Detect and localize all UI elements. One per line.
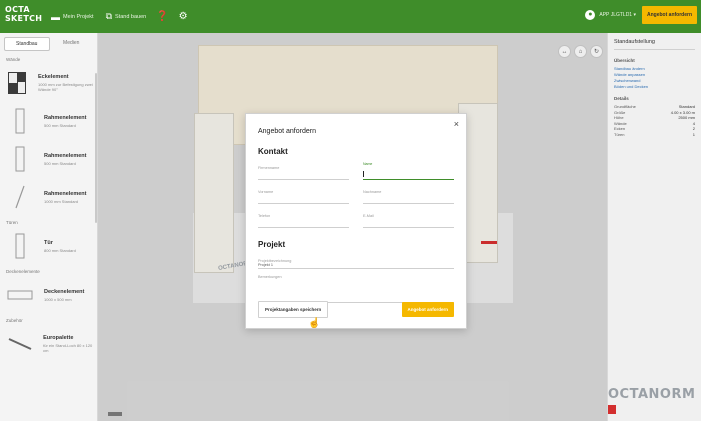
detail-row: Türen 1 <box>614 132 695 138</box>
detail-value: 1 <box>692 131 695 137</box>
item-name: Tür <box>44 239 53 246</box>
brand-text: OCTANORM <box>608 387 696 402</box>
close-icon[interactable]: × <box>454 119 459 129</box>
menu-project[interactable]: ▬ Mein Projekt <box>51 12 94 22</box>
field-label: E-Mail <box>363 214 374 218</box>
category-title: Deckenelemente <box>6 269 40 274</box>
dialog-footer: Projektangaben speichern Angebot anforde… <box>258 301 454 318</box>
logo-line1: OCTA <box>5 4 30 14</box>
app-logo[interactable]: OCTA SKETCH <box>5 4 43 29</box>
save-project-button[interactable]: Projektangaben speichern <box>258 301 329 318</box>
field-label: Bemerkungen <box>258 275 282 279</box>
brand-mark <box>608 405 616 414</box>
text-caret <box>363 171 364 177</box>
hand-cursor-icon: ☝ <box>308 318 321 329</box>
contact-row: Firmenname Name <box>258 162 454 180</box>
request-quote-button[interactable]: Angebot anfordern <box>642 6 697 24</box>
message-field[interactable]: Bemerkungen <box>258 273 454 303</box>
help-icon[interactable]: ❓ <box>156 11 168 22</box>
tab-standbau[interactable]: Standbau <box>4 37 50 51</box>
item-sub: 800 mm Standard <box>44 247 76 253</box>
menu-project-label: Mein Projekt <box>63 13 94 20</box>
catalog-item-door[interactable]: Tür 800 mm Standard <box>6 229 97 263</box>
field-value: Projekt 1 <box>258 263 273 267</box>
section-title: Übersicht <box>614 58 635 63</box>
section-title: Details <box>614 96 629 101</box>
settings-icon[interactable]: ⚙ <box>179 11 188 22</box>
frame-thumbnail <box>6 105 34 137</box>
field-label: Nachname <box>363 190 382 194</box>
properties-panel: Standaufstellung Übersicht Standbau ände… <box>607 33 701 421</box>
item-name: Europalette <box>43 335 74 341</box>
pallet-thumbnail <box>6 328 33 360</box>
name-field[interactable]: Name <box>363 162 454 180</box>
logo-line2: SKETCH <box>5 13 43 23</box>
category-title: Zubehör <box>6 318 23 323</box>
catalog-item-rahmenelement[interactable]: Rahmenelement 500 mm Standard <box>6 104 97 138</box>
detail-key: Türen <box>614 131 625 137</box>
item-sub: 500 mm Standard <box>44 160 76 166</box>
door-thumbnail <box>6 230 34 262</box>
frame-thumbnail <box>6 143 34 175</box>
catalog-item-euro-pallet[interactable]: Europalette für ein Stand-Loch 80 x 120 … <box>6 327 97 361</box>
catalog-item-eckelement[interactable]: Eckelement 1000 mm zur Befestigung zwei … <box>6 66 97 100</box>
catalog-item-ceiling[interactable]: Deckenelement 1000 x 500 mm <box>6 278 97 312</box>
menu-stand-label: Stand bauen <box>115 13 147 20</box>
project-heading: Projekt <box>258 240 286 249</box>
request-offer-button[interactable]: Angebot anfordern <box>401 302 454 317</box>
folder-icon: ▬ <box>51 11 60 22</box>
item-name: Deckenelement <box>44 288 85 295</box>
octanorm-logo: OCTANORM <box>608 387 697 417</box>
catalog-item-rahmenelement[interactable]: Rahmenelement 500 mm Standard <box>6 142 97 176</box>
last-name-field[interactable]: Nachname <box>363 186 454 204</box>
quote-request-dialog: × Angebot anfordern Kontakt Firmenname N… <box>245 113 467 329</box>
category-title: Wände <box>6 57 21 62</box>
tab-medien[interactable]: Medien <box>50 37 94 51</box>
frame-thumbnail <box>6 181 34 213</box>
catalog-sidebar: Standbau Medien Wände Eckelement 1000 mm… <box>0 33 98 421</box>
field-label: Telefon <box>258 214 271 218</box>
eckelement-thumbnail <box>6 67 28 99</box>
catalog-item-rahmenelement[interactable]: Rahmenelement 1000 mm Standard <box>6 180 97 214</box>
item-name: Eckelement <box>38 74 69 80</box>
item-sub: 1000 mm Standard <box>44 198 79 204</box>
item-name: Rahmenelement <box>44 114 87 121</box>
item-name: Rahmenelement <box>44 190 87 197</box>
category-title: Türen <box>6 220 18 225</box>
field-label: Firmenname <box>258 166 280 170</box>
phone-field[interactable]: Telefon <box>258 210 349 228</box>
top-bar: OCTA SKETCH ▬ Mein Projekt ⧉ Stand bauen… <box>0 0 701 33</box>
item-sub: für ein Stand-Loch 80 x 120 cm <box>43 343 93 353</box>
menu-stand[interactable]: ⧉ Stand bauen <box>106 11 147 22</box>
user-menu[interactable]: APP JLGTLD1 ▾ <box>599 12 636 18</box>
panel-link[interactable]: Böden und Decken <box>614 84 695 90</box>
item-name: Rahmenelement <box>44 152 87 159</box>
contact-heading: Kontakt <box>258 147 288 156</box>
first-name-field[interactable]: Vorname <box>258 186 349 204</box>
item-sub: 1000 x 500 mm <box>44 296 72 302</box>
contact-row: Vorname Nachname <box>258 186 454 204</box>
item-sub: 1000 mm zur Befestigung zwei Wände 90° <box>38 82 93 92</box>
item-sub: 500 mm Standard <box>44 122 76 128</box>
contact-row: Telefon E-Mail <box>258 210 454 228</box>
email-field[interactable]: E-Mail <box>363 210 454 228</box>
field-label: Vorname <box>258 190 274 194</box>
cube-icon: ⧉ <box>105 11 113 21</box>
company-field[interactable]: Firmenname <box>258 162 349 180</box>
panel-title: Standaufstellung <box>614 39 695 50</box>
field-label: Name <box>363 162 373 166</box>
sidebar-scrollbar[interactable] <box>95 73 97 223</box>
dialog-title: Angebot anfordern <box>258 128 316 135</box>
sidebar-tabs: Standbau Medien <box>0 33 97 51</box>
user-icon[interactable]: ● <box>585 10 596 20</box>
project-name-field[interactable]: Projektbezeichnung Projekt 1 <box>258 255 454 269</box>
ceiling-thumbnail <box>6 279 34 311</box>
